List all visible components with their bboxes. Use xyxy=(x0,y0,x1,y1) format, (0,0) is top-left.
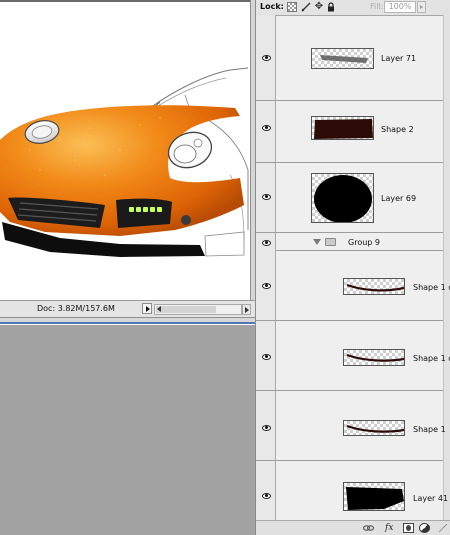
layer-row-shape-2[interactable]: Shape 2 xyxy=(256,101,443,163)
eye-visibility-icon[interactable] xyxy=(262,425,271,431)
lock-all-icon[interactable] xyxy=(326,2,336,12)
status-bar: Doc: 3.82M/157.6M xyxy=(0,300,255,317)
resize-grip-icon[interactable] xyxy=(439,524,447,532)
layer-name[interactable]: Shape 2 xyxy=(381,125,414,134)
layer-group-row[interactable]: Group 9 xyxy=(276,233,443,251)
car-artwork xyxy=(0,0,255,300)
lock-transparency-icon[interactable] xyxy=(287,2,297,12)
fill-input[interactable]: 100% xyxy=(384,1,416,13)
lock-bar: Lock: ✥ Fill: 100% xyxy=(256,0,450,16)
lock-label: Lock: xyxy=(260,2,284,11)
layer-row-shape-1-copy[interactable]: Shape 1 c xyxy=(256,251,450,321)
horizontal-scrollbar[interactable] xyxy=(154,304,242,315)
eye-visibility-icon[interactable] xyxy=(262,194,271,200)
layers-scrollbar[interactable] xyxy=(443,15,450,520)
lock-image-pixels-icon[interactable] xyxy=(301,2,311,12)
layer-row-layer-69[interactable]: Layer 69 xyxy=(256,163,443,233)
fill-dropdown-arrow-icon[interactable] xyxy=(417,1,426,13)
layer-thumbnail xyxy=(343,482,405,511)
doc-size-readout[interactable]: Doc: 3.82M/157.6M xyxy=(37,304,115,313)
layer-thumbnail xyxy=(343,349,405,366)
layer-row-shape-1-copy-2[interactable]: Shape 1 c xyxy=(256,321,450,391)
lock-position-icon[interactable]: ✥ xyxy=(314,2,324,12)
group-expand-triangle-icon[interactable] xyxy=(313,239,321,245)
link-layers-icon[interactable] xyxy=(362,523,375,533)
layer-thumbnail xyxy=(311,48,374,69)
layers-panel-footer: fx xyxy=(256,520,450,535)
layers-panel: Lock: ✥ Fill: 100% Layer 71 Shape 2 Laye… xyxy=(255,0,450,535)
layer-thumbnail xyxy=(343,278,405,295)
eye-visibility-icon[interactable] xyxy=(262,55,271,61)
scroll-left-arrow-icon[interactable] xyxy=(154,304,163,315)
canvas[interactable] xyxy=(0,0,255,300)
document-window: Doc: 3.82M/157.6M xyxy=(0,0,255,325)
layer-row-shape-1[interactable]: Shape 1 xyxy=(256,391,446,461)
layer-name[interactable]: Layer 71 xyxy=(381,54,416,63)
layer-thumbnail xyxy=(311,173,374,223)
layer-name[interactable]: Layer 41 xyxy=(413,494,448,503)
status-menu-arrow-icon[interactable] xyxy=(142,303,152,314)
layer-thumbnail xyxy=(311,116,374,140)
add-mask-icon[interactable] xyxy=(403,523,414,533)
layer-thumbnail xyxy=(343,420,405,436)
fill-label: Fill: xyxy=(370,2,384,11)
eye-visibility-icon[interactable] xyxy=(262,125,271,131)
layer-row-layer-71[interactable]: Layer 71 xyxy=(256,15,443,101)
window-top-edge xyxy=(0,0,255,2)
layer-name[interactable]: Shape 1 c xyxy=(413,354,450,363)
eye-visibility-icon[interactable] xyxy=(262,283,271,289)
horizontal-scroll-thumb[interactable] xyxy=(156,306,216,313)
layer-name[interactable]: Layer 69 xyxy=(381,194,416,203)
scroll-right-arrow-icon[interactable] xyxy=(242,304,251,315)
adjustment-layer-icon[interactable] xyxy=(419,523,430,533)
eye-visibility-icon[interactable] xyxy=(262,493,271,499)
folder-icon xyxy=(325,238,336,246)
layer-style-fx-icon[interactable]: fx xyxy=(385,523,396,533)
eye-visibility-icon[interactable] xyxy=(262,354,271,360)
layer-row-layer-41[interactable]: Layer 41 xyxy=(256,461,448,520)
eye-visibility-icon[interactable] xyxy=(262,240,271,246)
layer-name[interactable]: Shape 1 xyxy=(413,425,446,434)
group-name[interactable]: Group 9 xyxy=(348,238,380,247)
window-bottom-edge xyxy=(0,317,255,324)
layer-name[interactable]: Shape 1 c xyxy=(413,283,450,292)
